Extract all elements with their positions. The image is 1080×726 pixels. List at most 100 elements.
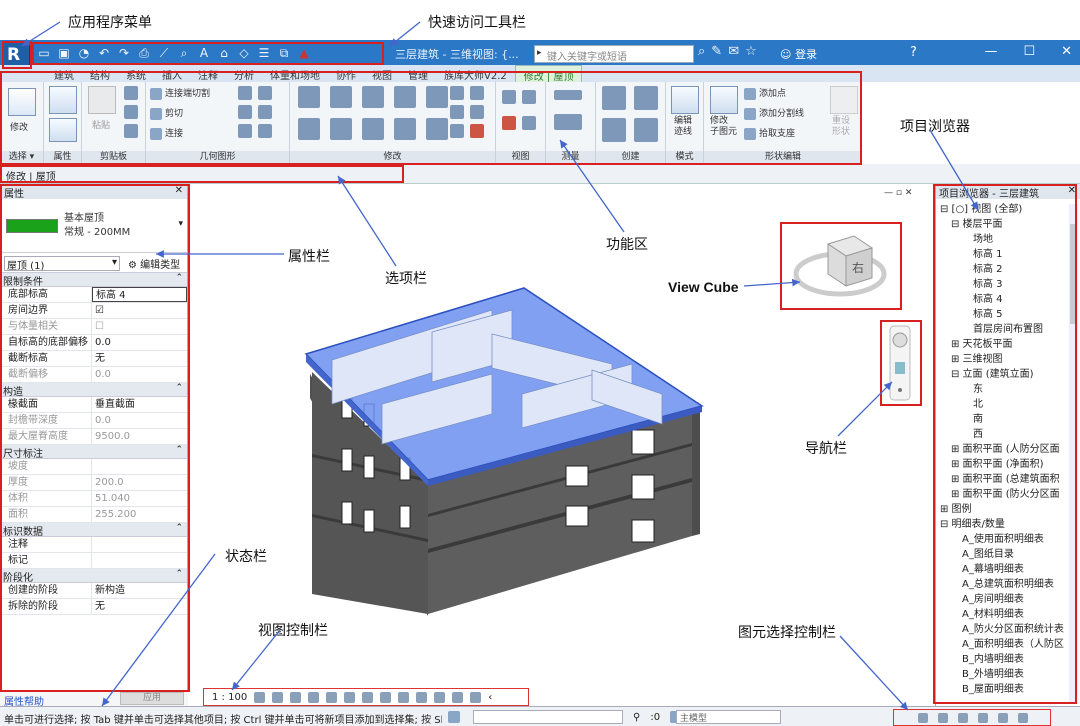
ribbon-tab[interactable]: 系统 — [118, 65, 154, 82]
hammer-icon[interactable] — [258, 124, 272, 138]
property-value[interactable]: 垂直截面 — [92, 397, 187, 412]
show-crop-icon[interactable] — [362, 691, 374, 703]
tree-node[interactable]: ⊟ [○] 视图 (全部) — [936, 202, 1068, 217]
tree-node[interactable]: ⊟ 楼层平面 — [936, 217, 1068, 232]
lock-icon[interactable] — [470, 105, 484, 119]
wall-joins-icon[interactable] — [238, 105, 252, 119]
worksets-icon[interactable] — [448, 711, 460, 723]
property-value[interactable]: 新构造 — [92, 583, 187, 598]
select-pinned-icon[interactable] — [958, 712, 968, 723]
reset-shape-icon[interactable] — [830, 86, 858, 114]
modify-sub-elements-icon[interactable] — [710, 86, 738, 114]
create-assembly-icon[interactable] — [602, 86, 626, 110]
split-face-icon[interactable] — [238, 86, 252, 100]
tree-node[interactable]: A_使用面积明细表 — [936, 532, 1068, 547]
select-underlay-icon[interactable] — [938, 712, 948, 723]
override-graphics-icon[interactable] — [522, 90, 536, 104]
tree-node[interactable]: ⊞ 三维视图 — [936, 352, 1068, 367]
ribbon-tab[interactable]: 修改 | 屋顶 — [514, 65, 583, 83]
measure-between-icon[interactable] — [554, 90, 582, 100]
filter-icon[interactable] — [1018, 712, 1028, 723]
tree-node[interactable]: 标高 1 — [936, 247, 1068, 262]
render-icon[interactable] — [326, 691, 338, 703]
ribbon-tab[interactable]: 族库大师V2.2 — [436, 65, 515, 82]
tree-node[interactable]: A_防火分区面积统计表 — [936, 622, 1068, 637]
tree-node[interactable]: 标高 4 — [936, 292, 1068, 307]
tree-node[interactable]: B_屋面明细表 — [936, 682, 1068, 697]
paint-icon[interactable] — [258, 86, 272, 100]
type-selector[interactable]: 基本屋顶 常规 - 200MM ▾ — [0, 199, 187, 253]
zoom-region-icon[interactable] — [895, 362, 905, 374]
section-icon[interactable]: ◇ — [236, 45, 252, 61]
tree-node[interactable]: ⊟ 明细表/数量 — [936, 517, 1068, 532]
offset-icon[interactable] — [330, 86, 352, 108]
workset-select[interactable] — [473, 710, 623, 724]
copy-icon[interactable] — [124, 105, 138, 119]
cut-geometry-button[interactable]: 剪切 — [150, 106, 183, 120]
communication-icon[interactable]: ✉ — [728, 44, 739, 59]
tree-node[interactable]: 标高 2 — [936, 262, 1068, 277]
minimize-icon[interactable]: — — [984, 44, 997, 59]
paste-icon[interactable] — [88, 86, 116, 114]
tree-node[interactable]: 标高 5 — [936, 307, 1068, 322]
properties-palette-icon[interactable] — [49, 118, 77, 142]
cut-icon[interactable] — [124, 86, 138, 100]
view-window-controls[interactable]: — ▫ ✕ — [884, 188, 912, 198]
copy-element-icon[interactable] — [330, 118, 352, 140]
search-input[interactable]: 键入关键字或短语 — [534, 45, 694, 63]
delete-icon[interactable] — [470, 124, 484, 138]
tree-node[interactable]: ⊞ 图例 — [936, 502, 1068, 517]
tree-node[interactable]: A_幕墙明细表 — [936, 562, 1068, 577]
tree-node[interactable]: ⊞ 面积平面 (防火分区面 — [936, 487, 1068, 502]
shadows-icon[interactable] — [308, 691, 320, 703]
edit-type-button[interactable]: ⚙ 编辑类型 — [128, 256, 180, 271]
apply-button[interactable]: 应用 — [120, 692, 184, 705]
property-value[interactable]: 0.0 — [92, 335, 187, 350]
design-option-select[interactable]: 主模型 — [676, 710, 781, 724]
ribbon-tab[interactable]: 协作 — [328, 65, 364, 82]
tree-node[interactable]: A_图纸目录 — [936, 547, 1068, 562]
sync-icon[interactable]: ◔ — [76, 45, 92, 61]
pick-support-button[interactable]: 拾取支座 — [744, 126, 795, 140]
sun-path-icon[interactable] — [290, 691, 302, 703]
binoculars-icon[interactable]: ⌕ — [698, 44, 705, 59]
switch-windows-icon[interactable]: ▲ — [296, 45, 312, 61]
trim-extend-icon[interactable] — [450, 124, 464, 138]
tree-node[interactable]: ⊞ 面积平面 (净面积) — [936, 457, 1068, 472]
property-group-header[interactable]: 限制条件 ⌃ — [0, 273, 187, 288]
panel-label-select[interactable]: 选择 ▾ — [0, 151, 43, 164]
lock-3d-icon[interactable] — [380, 691, 392, 703]
linework-icon[interactable] — [502, 116, 516, 130]
nav-options-icon[interactable] — [898, 388, 902, 392]
match-type-icon[interactable] — [124, 124, 138, 138]
tree-node[interactable]: ⊞ 面积平面 (人防分区面 — [936, 442, 1068, 457]
tree-node[interactable]: 标高 3 — [936, 277, 1068, 292]
property-group-header[interactable]: 标识数据 ⌃ — [0, 523, 187, 538]
split-icon[interactable] — [426, 86, 448, 108]
ribbon-tab[interactable]: 管理 — [400, 65, 436, 82]
trim-icon[interactable] — [394, 118, 416, 140]
property-group-header[interactable]: 构造 ⌃ — [0, 383, 187, 398]
measure-along-icon[interactable] — [554, 114, 582, 130]
ribbon-tab[interactable]: 插入 — [154, 65, 190, 82]
thin-lines-icon[interactable]: ☰ — [256, 45, 272, 61]
scale-icon[interactable] — [450, 105, 464, 119]
edit-footprint-label[interactable]: 编辑 迹线 — [674, 116, 692, 138]
view-filter-icon[interactable] — [522, 116, 536, 130]
tree-node[interactable]: A_面积明细表（人防区 — [936, 637, 1068, 652]
create-parts-icon[interactable] — [634, 86, 658, 110]
tree-node[interactable]: ⊞ 天花板平面 — [936, 337, 1068, 352]
beam-join-icon[interactable] — [238, 124, 252, 138]
view-scale[interactable]: 1 : 100 — [212, 692, 247, 703]
text-icon[interactable]: A — [196, 45, 212, 61]
property-value[interactable]: 无 — [92, 599, 187, 614]
modify-sub-label[interactable]: 修改 子图元 — [710, 116, 737, 138]
add-split-line-button[interactable]: 添加分割线 — [744, 106, 804, 120]
highlight-displacement-icon[interactable] — [452, 691, 464, 703]
rotate-icon[interactable] — [362, 118, 384, 140]
property-value[interactable] — [92, 553, 187, 568]
tree-node[interactable]: 北 — [936, 397, 1068, 412]
temp-hide-icon[interactable] — [398, 691, 410, 703]
browser-scrollbar[interactable] — [1069, 204, 1078, 704]
select-by-face-icon[interactable] — [978, 712, 988, 723]
